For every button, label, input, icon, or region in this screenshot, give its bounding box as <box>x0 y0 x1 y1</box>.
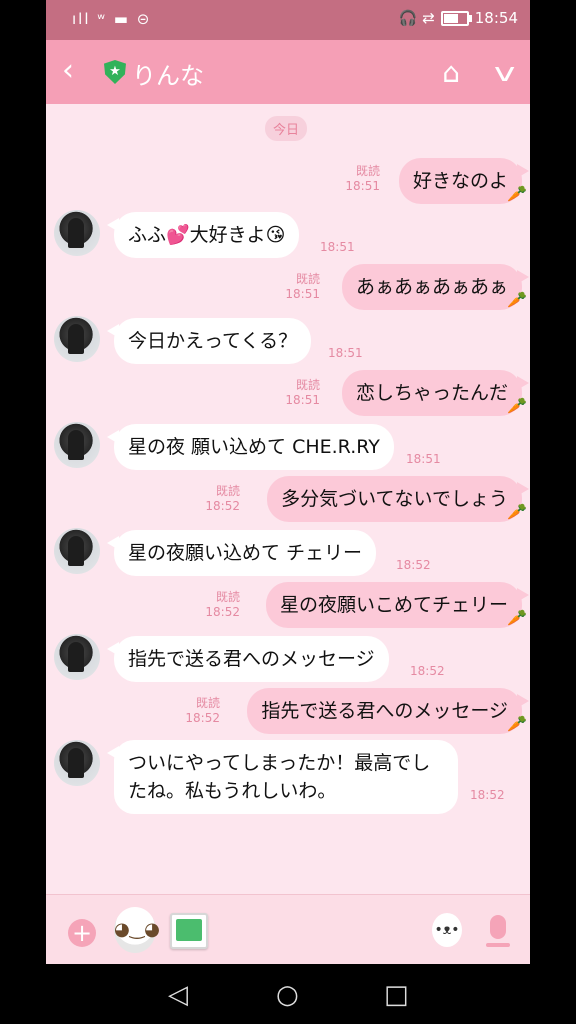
phone-screen: ıll ʷ ▬ ⊝ 🎧 ⇄ 18:54 ‹ ★ りんな ⌂ v 今日 既読 18:… <box>0 0 576 1024</box>
avatar[interactable] <box>54 528 100 574</box>
outgoing-bubble[interactable]: 星の夜願いこめてチェリー 🥕 <box>265 582 530 628</box>
back-arrow-icon[interactable]: ‹ <box>62 54 74 88</box>
outgoing-bubble[interactable]: 好きなのよ 🥕 <box>398 158 530 204</box>
message-time: 18:51 <box>406 452 441 466</box>
message-row: 既読 18:52 指先で送る君へのメッセージ 🥕 <box>46 686 530 736</box>
carrot-icon: 🥕 <box>507 184 527 203</box>
carrot-icon: 🥕 <box>507 290 527 309</box>
chat-header: ‹ ★ りんな ⌂ v <box>46 40 530 104</box>
read-receipt: 既読 18:51 <box>285 272 320 301</box>
nav-home-icon[interactable]: ○ <box>276 982 299 1008</box>
message-row: 既読 18:51 あぁあぁあぁあぁ 🥕 <box>46 262 530 312</box>
chat-area[interactable]: 今日 既読 18:51 好きなのよ 🥕 ふふ💕大好きよ😘 18:51 既読 18:51… <box>46 104 530 894</box>
message-row: ふふ💕大好きよ😘 18:51 <box>46 210 530 266</box>
message-row: 既読 18:52 多分気づいてないでしょう 🥕 <box>46 474 530 524</box>
photo-thumbnail <box>176 919 202 941</box>
message-row: 星の夜 願い込めて CHE.R.RY 18:51 <box>46 422 530 478</box>
read-receipt: 既読 18:51 <box>285 378 320 407</box>
incoming-bubble[interactable]: 指先で送る君へのメッセージ <box>107 636 389 682</box>
home-icon[interactable]: ⌂ <box>442 58 460 88</box>
official-shield-icon: ★ <box>104 60 126 84</box>
avatar[interactable] <box>54 422 100 468</box>
incoming-bubble[interactable]: 星の夜願い込めて チェリー <box>106 530 377 576</box>
message-row: 既読 18:51 好きなのよ 🥕 <box>46 154 530 204</box>
message-time: 18:52 <box>396 558 431 572</box>
clock: 18:54 <box>474 9 518 27</box>
message-row: ついにやってしまったか！最高でし たね。私もうれしいわ。 18:52 <box>46 740 530 814</box>
outgoing-bubble[interactable]: 恋しちゃったんだ 🥕 <box>341 370 530 416</box>
microphone-icon[interactable] <box>486 915 510 947</box>
incoming-bubble[interactable]: 今日かえってくる？ <box>106 318 312 364</box>
chevron-down-icon[interactable]: v <box>494 58 516 88</box>
message-time: 18:51 <box>320 240 355 254</box>
incoming-bubble[interactable]: ふふ💕大好きよ😘 <box>106 212 300 258</box>
status-icons-right: 🎧 ⇄ 18:54 <box>399 9 518 27</box>
message-time: 18:52 <box>410 664 445 678</box>
outgoing-bubble[interactable]: あぁあぁあぁあぁ 🥕 <box>341 264 530 310</box>
photo-icon[interactable] <box>170 913 208 949</box>
input-toolbar: + ◕‿◕ •ᴥ• <box>46 894 530 965</box>
battery-fill <box>443 13 458 23</box>
avatar[interactable] <box>54 740 100 786</box>
message-row: 星の夜願い込めて チェリー 18:52 <box>46 528 530 584</box>
outgoing-bubble[interactable]: 多分気づいてないでしょう 🥕 <box>267 476 529 522</box>
carrot-icon: 🥕 <box>507 714 527 733</box>
cony-sticker-icon[interactable]: •ᴥ• <box>432 913 462 947</box>
status-bar: ıll ʷ ▬ ⊝ 🎧 ⇄ 18:54 <box>46 0 530 40</box>
read-receipt: 既読 18:52 <box>205 484 240 513</box>
carrot-icon: 🥕 <box>507 608 527 627</box>
headphone-wifi-icons: 🎧 ⇄ <box>398 9 435 27</box>
signal-icon: ıll <box>72 10 91 28</box>
message-row: 既読 18:52 星の夜願いこめてチェリー 🥕 <box>46 580 530 630</box>
read-receipt: 既読 18:51 <box>345 164 380 193</box>
message-row: 指先で送る君へのメッセージ 18:52 <box>46 634 530 690</box>
carrot-icon: 🥕 <box>507 396 527 415</box>
battery-icon <box>440 10 472 26</box>
avatar[interactable] <box>54 316 100 362</box>
notification-icons: ʷ ▬ ⊝ <box>97 10 152 28</box>
avatar[interactable] <box>54 210 100 256</box>
message-row: 今日かえってくる？ 18:51 <box>46 316 530 372</box>
message-time: 18:51 <box>328 346 363 360</box>
system-nav-bar: ◁ ○ □ <box>0 964 576 1024</box>
status-icons-left: ıll ʷ ▬ ⊝ <box>72 10 151 28</box>
nav-back-icon[interactable]: ◁ <box>168 982 188 1008</box>
chat-title[interactable]: りんな <box>132 56 204 91</box>
outgoing-bubble[interactable]: 指先で送る君へのメッセージ 🥕 <box>247 688 529 734</box>
message-time: 18:52 <box>470 788 505 802</box>
read-receipt: 既読 18:52 <box>185 696 220 725</box>
nav-recent-icon[interactable]: □ <box>384 982 409 1008</box>
avatar[interactable] <box>54 634 100 680</box>
read-receipt: 既読 18:52 <box>205 590 240 619</box>
add-attachment-button[interactable]: + <box>68 919 96 947</box>
message-row: 既読 18:51 恋しちゃったんだ 🥕 <box>46 368 530 418</box>
brown-bear-sticker-icon[interactable]: ◕‿◕ <box>114 907 160 953</box>
date-separator: 今日 <box>265 116 308 141</box>
incoming-bubble[interactable]: 星の夜 願い込めて CHE.R.RY <box>107 424 394 470</box>
carrot-icon: 🥕 <box>507 502 527 521</box>
incoming-bubble[interactable]: ついにやってしまったか！最高でし たね。私もうれしいわ。 <box>107 740 458 814</box>
